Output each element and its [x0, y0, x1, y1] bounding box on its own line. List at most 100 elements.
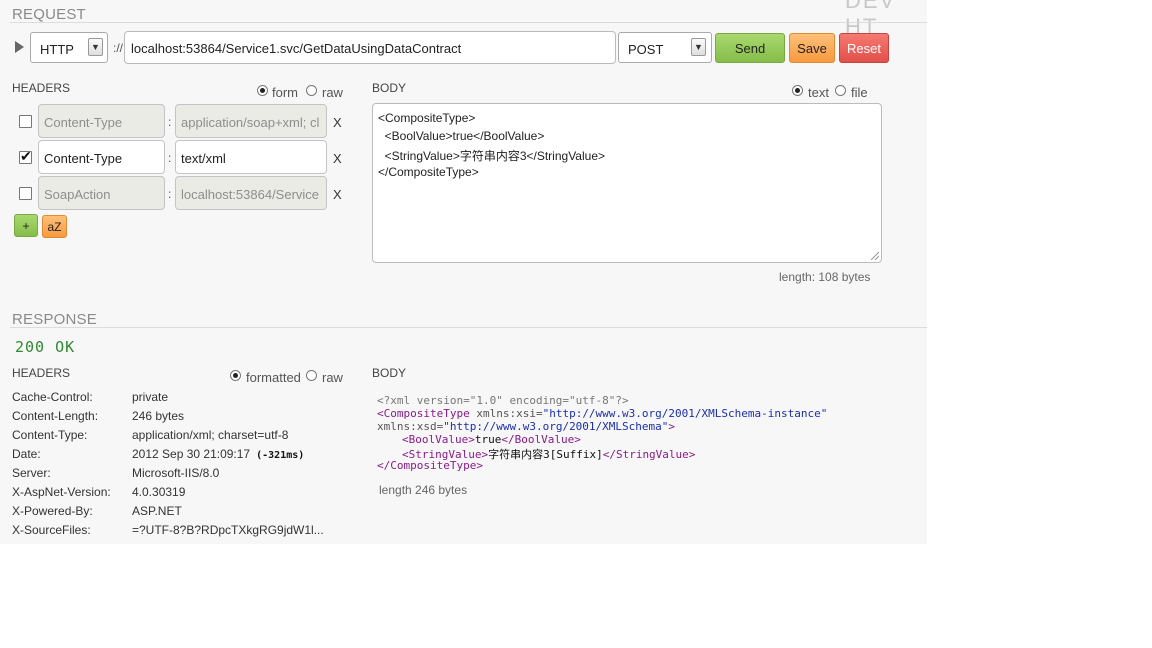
response-header-value: ASP.NET — [132, 504, 182, 518]
add-header-button[interactable]: + — [14, 214, 38, 237]
headers-raw-label: raw — [322, 85, 343, 100]
headers-formatted-label: formatted — [246, 370, 301, 385]
url-value: localhost:53864/Service1.svc/GetDataUsin… — [131, 41, 462, 56]
chevron-down-icon[interactable]: ▼ — [88, 38, 103, 56]
header-name-value: Content-Type — [44, 115, 123, 130]
header-enable-checkbox[interactable] — [19, 187, 32, 200]
protocol-select[interactable]: HTTP ▼ — [30, 32, 108, 63]
header-enable-checkbox[interactable]: ✔ — [19, 148, 32, 164]
xml-declaration: <?xml version="1.0" encoding="utf-8"?> — [377, 394, 629, 407]
body-line: </CompositeType> — [378, 165, 479, 179]
request-length: length: 108 bytes — [779, 270, 871, 284]
expand-triangle-icon[interactable] — [15, 41, 24, 53]
request-headers-label: HEADERS — [12, 81, 71, 95]
header-colon: : — [168, 187, 172, 201]
header-colon: : — [168, 115, 172, 129]
reset-button[interactable]: Reset — [839, 33, 889, 63]
response-time: (-321ms) — [256, 450, 305, 461]
response-header-key: X-Powered-By: — [12, 504, 93, 518]
xml-tag: <BoolValue> — [402, 433, 475, 446]
response-status: 200 OK — [15, 338, 76, 356]
checkmark-icon: ✔ — [20, 148, 32, 164]
response-body-label: BODY — [372, 366, 407, 380]
header-value-input[interactable]: text/xml — [175, 140, 327, 174]
sort-headers-button[interactable]: aZ — [42, 215, 67, 238]
xml-text: 字符串内容3[Suffix] — [488, 448, 603, 461]
headers-raw-radio[interactable] — [306, 85, 317, 96]
request-body-textarea[interactable]: <CompositeType> <BoolValue>true</BoolVal… — [372, 103, 882, 263]
remove-header-button[interactable]: X — [333, 187, 342, 202]
body-line: <CompositeType> — [378, 111, 476, 125]
xml-text: true — [474, 433, 502, 446]
url-separator: :// — [113, 41, 124, 55]
send-button[interactable]: Send — [715, 33, 785, 63]
response-header-value: Microsoft-IIS/8.0 — [132, 466, 220, 480]
request-section-title: REQUEST — [12, 6, 86, 23]
headers-form-label: form — [272, 85, 298, 100]
method-select[interactable]: POST ▼ — [618, 32, 712, 63]
header-value-text: text/xml — [181, 151, 226, 166]
response-header-key: Date: — [12, 447, 41, 461]
header-name-input[interactable]: SoapAction — [38, 176, 165, 210]
body-text-radio[interactable] — [792, 85, 803, 96]
header-enable-checkbox[interactable] — [19, 115, 32, 128]
response-header-value: =?UTF-8?B?RDpcTXkgRG9jdW1l... — [132, 523, 324, 537]
body-line: <StringValue>字符串内容3</StringValue> — [378, 149, 606, 163]
xml-root-close: </CompositeType> — [377, 459, 483, 472]
request-divider — [10, 22, 927, 23]
response-section-title: RESPONSE — [12, 311, 97, 328]
header-value-text: localhost:53864/Service — [181, 187, 320, 202]
response-header-key: Server: — [12, 466, 51, 480]
body-file-radio[interactable] — [835, 85, 846, 96]
response-headers-label: HEADERS — [12, 366, 71, 380]
remove-header-button[interactable]: X — [333, 151, 342, 166]
headers-formatted-radio[interactable] — [230, 370, 241, 381]
response-length: length 246 bytes — [379, 483, 468, 497]
protocol-value: HTTP — [40, 42, 74, 57]
body-text-label: text — [808, 85, 829, 100]
url-input[interactable]: localhost:53864/Service1.svc/GetDataUsin… — [124, 31, 616, 64]
save-button[interactable]: Save — [789, 33, 835, 63]
xml-root-open-line: <CompositeType xmlns:xsi="http://www.w3.… — [377, 407, 827, 420]
xml-root-attr-line: xmlns:xsd="http://www.w3.org/2001/XMLSch… — [377, 420, 675, 433]
header-name-input[interactable]: Content-Type — [38, 140, 165, 174]
xml-tag: </BoolValue> — [501, 433, 581, 446]
remove-header-button[interactable]: X — [333, 115, 342, 130]
response-header-key: Content-Type: — [12, 428, 88, 442]
xml-attr-name: xmlns:xsi= — [469, 407, 543, 420]
request-body-label: BODY — [372, 81, 407, 95]
response-divider — [10, 327, 927, 328]
chevron-down-icon[interactable]: ▼ — [691, 38, 706, 56]
xml-attr-value: "http://www.w3.org/2001/XMLSchema" — [443, 420, 669, 433]
xml-attr-value: "http://www.w3.org/2001/XMLSchema-instan… — [542, 407, 828, 420]
response-header-value: 4.0.30319 — [132, 485, 186, 499]
response-header-value: 246 bytes — [132, 409, 185, 423]
header-value-text: application/soap+xml; cl — [181, 115, 320, 130]
response-headers-raw-radio[interactable] — [306, 370, 317, 381]
response-headers-raw-label: raw — [322, 370, 343, 385]
xml-attr-name: xmlns:xsd= — [377, 420, 444, 433]
devhttp-panel: DEV HT REQUEST HTTP ▼ :// localhost:5386… — [0, 0, 927, 544]
xml-tag: > — [668, 420, 676, 433]
response-header-key: X-AspNet-Version: — [12, 485, 111, 499]
response-header-key: Cache-Control: — [12, 390, 93, 404]
header-name-input[interactable]: Content-Type — [38, 104, 165, 138]
xml-bool-line: <BoolValue>true</BoolValue> — [402, 433, 581, 446]
response-header-value: application/xml; charset=utf-8 — [132, 428, 289, 442]
response-header-value: private — [132, 390, 169, 404]
header-name-value: Content-Type — [44, 151, 123, 166]
body-line: <BoolValue>true</BoolValue> — [378, 129, 545, 143]
header-name-value: SoapAction — [44, 187, 111, 202]
response-header-key: X-SourceFiles: — [12, 523, 91, 537]
response-header-key: Content-Length: — [12, 409, 99, 423]
header-colon: : — [168, 151, 172, 165]
resize-grip-icon[interactable] — [871, 252, 879, 260]
body-file-label: file — [851, 85, 868, 100]
response-header-value: 2012 Sep 30 21:09:17 — [132, 447, 251, 461]
header-value-input[interactable]: localhost:53864/Service — [175, 176, 327, 210]
headers-form-radio[interactable] — [257, 85, 268, 96]
response-header-date: 2012 Sep 30 21:09:17 (-321ms) — [132, 447, 304, 461]
method-value: POST — [628, 42, 664, 57]
header-value-input[interactable]: application/soap+xml; cl — [175, 104, 327, 138]
xml-tag: </StringValue> — [602, 448, 696, 461]
